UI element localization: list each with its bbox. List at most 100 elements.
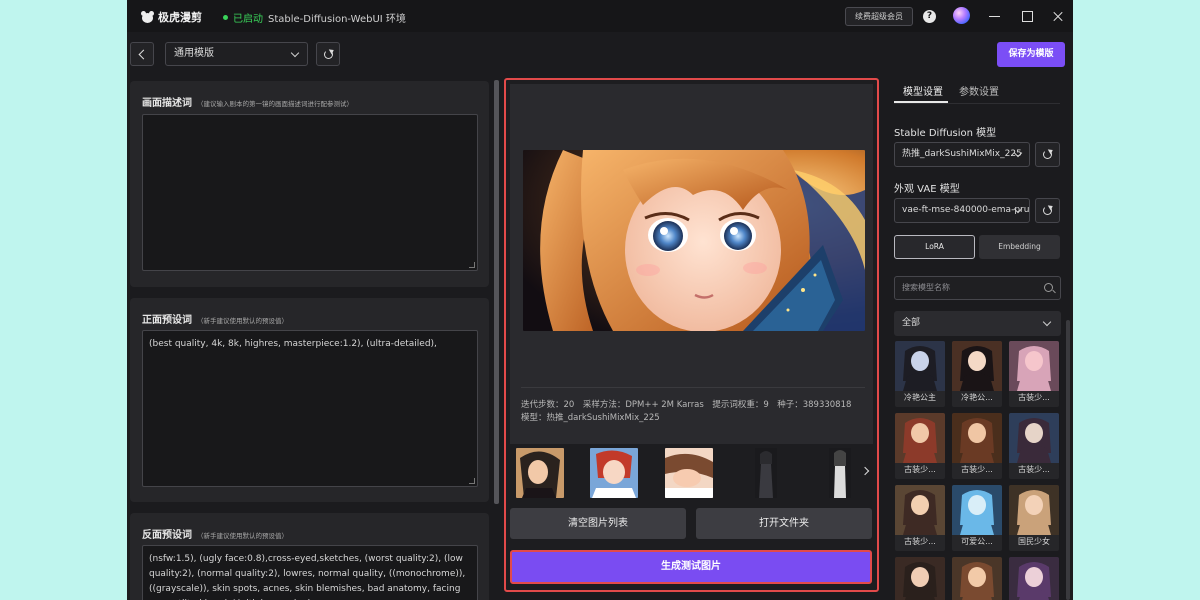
maximize-icon[interactable] (1020, 9, 1034, 23)
model-card[interactable] (1009, 557, 1059, 600)
model-thumbnail (1009, 485, 1059, 535)
status-dot-icon (223, 15, 228, 20)
model-card-label: 国民少女 (1018, 537, 1050, 546)
sd-model-label: Stable Diffusion 模型 (894, 128, 997, 139)
model-thumbnail (895, 557, 945, 600)
tab-model-settings[interactable]: 模型设置 (903, 83, 943, 98)
positive-prompt-input[interactable]: (best quality, 4k, 8k, highres, masterpi… (142, 330, 478, 487)
search-placeholder: 搜索模型名称 (902, 283, 950, 292)
tab-divider (894, 103, 1060, 104)
generated-image[interactable] (523, 150, 865, 331)
positive-prompt-hint: （新手建议使用默认的预设值） (197, 317, 288, 325)
model-card-label: 古装少... (961, 465, 993, 474)
generate-test-image-button[interactable]: 生成测试图片 (510, 550, 872, 584)
title-bar: 极虎漫剪 已启动 Stable-Diffusion-WebUI 环境 续费超级会… (127, 0, 1073, 32)
tab-lora[interactable]: LoRA (894, 235, 975, 259)
chevron-down-icon (1042, 317, 1052, 327)
model-card[interactable]: 冷艳公主 (895, 341, 945, 407)
model-thumbnail (1009, 557, 1059, 600)
model-card[interactable]: 古装少... (952, 413, 1002, 479)
thumbnail[interactable] (755, 448, 777, 498)
template-refresh-button[interactable] (316, 42, 340, 66)
model-thumbnail (895, 413, 945, 463)
vae-model-refresh-button[interactable] (1035, 198, 1060, 223)
model-card[interactable] (895, 557, 945, 600)
model-card-label: 古装少... (904, 465, 936, 474)
model-filter-select[interactable]: 全部 (894, 311, 1061, 336)
clear-images-button[interactable]: 清空图片列表 (510, 508, 686, 539)
thumbnail[interactable] (829, 448, 851, 498)
env-status: 已启动 Stable-Diffusion-WebUI 环境 (223, 10, 406, 25)
vae-model-select[interactable]: vae-ft-mse-840000-ema-pruned (894, 198, 1030, 223)
vae-model-label: 外观 VAE 模型 (894, 184, 960, 195)
model-thumbnail (952, 485, 1002, 535)
model-thumbnail (952, 341, 1002, 391)
app-name: 极虎漫剪 (158, 11, 202, 24)
negative-prompt-title: 反面预设词 (142, 530, 192, 541)
thumbnail[interactable] (665, 448, 713, 498)
env-text: Stable-Diffusion-WebUI 环境 (268, 14, 406, 25)
close-icon[interactable] (1051, 9, 1065, 23)
model-card[interactable]: 古装少... (895, 413, 945, 479)
status-text: 已启动 (233, 14, 263, 25)
model-card[interactable] (952, 557, 1002, 600)
scene-prompt-title: 画面描述词 (142, 98, 192, 109)
tiger-logo-icon (141, 11, 154, 23)
generation-meta: 迭代步数：20 采样方法：DPM++ 2M Karras 提示词权重：9 种子：… (521, 400, 860, 423)
model-card[interactable]: 古装少... (1009, 341, 1059, 407)
model-card[interactable]: 古装少... (895, 485, 945, 551)
model-thumbnail (952, 557, 1002, 600)
negative-prompt-input[interactable]: (nsfw:1.5), (ugly face:0.8),cross-eyed,s… (142, 545, 478, 600)
renew-vip-button[interactable]: 续费超级会员 (845, 7, 913, 26)
template-select[interactable]: 通用模版 (165, 42, 308, 66)
model-card-label: 可爱公... (961, 537, 993, 546)
resize-grip-icon[interactable] (469, 478, 475, 484)
model-search-input[interactable]: 搜索模型名称 (894, 276, 1061, 300)
model-card-label: 古装少... (904, 537, 936, 546)
scene-prompt-hint: （建议输入剧本的第一镜的画面描述词进行配参测试） (197, 100, 353, 108)
model-card-label: 冷艳公... (961, 393, 993, 402)
app-window: 极虎漫剪 已启动 Stable-Diffusion-WebUI 环境 续费超级会… (127, 0, 1073, 600)
minimize-icon[interactable] (988, 9, 1002, 23)
app-logo: 极虎漫剪 (141, 9, 202, 25)
help-icon[interactable]: ? (923, 10, 936, 23)
model-card-label: 古装少... (1018, 465, 1050, 474)
scene-prompt-input[interactable] (142, 114, 478, 271)
back-button[interactable] (130, 42, 154, 66)
scene-prompt-panel: 画面描述词 （建议输入剧本的第一镜的画面描述词进行配参测试） (130, 81, 489, 287)
chevron-right-icon[interactable] (860, 466, 870, 476)
template-select-value: 通用模版 (174, 48, 214, 59)
preview-area: 迭代步数：20 采样方法：DPM++ 2M Karras 提示词权重：9 种子：… (510, 84, 873, 447)
positive-prompt-title: 正面预设词 (142, 315, 192, 326)
save-template-button[interactable]: 保存为模版 (997, 42, 1065, 67)
thumbnail[interactable] (516, 448, 564, 498)
open-folder-button[interactable]: 打开文件夹 (696, 508, 872, 539)
model-card-label: 冷艳公主 (904, 393, 936, 402)
resize-grip-icon[interactable] (469, 262, 475, 268)
sd-model-select[interactable]: 热推_darkSushiMixMix_225 (894, 142, 1030, 167)
model-card[interactable]: 古装少... (1009, 413, 1059, 479)
thumbnail[interactable] (590, 448, 638, 498)
model-card[interactable]: 可爱公... (952, 485, 1002, 551)
sd-model-value: 热推_darkSushiMixMix_225 (902, 149, 1022, 159)
negative-prompt-hint: （新手建议使用默认的预设值） (197, 532, 288, 540)
left-scrollbar[interactable] (494, 80, 499, 504)
model-thumbnail (895, 485, 945, 535)
preview-panel: 迭代步数：20 采样方法：DPM++ 2M Karras 提示词权重：9 种子：… (504, 78, 879, 592)
filter-value: 全部 (902, 318, 921, 328)
model-card[interactable]: 冷艳公... (952, 341, 1002, 407)
model-thumbnail (1009, 413, 1059, 463)
tab-embedding[interactable]: Embedding (979, 235, 1060, 259)
refresh-icon (1043, 206, 1052, 215)
search-icon[interactable] (1044, 283, 1053, 292)
sd-model-refresh-button[interactable] (1035, 142, 1060, 167)
model-card[interactable]: 国民少女 (1009, 485, 1059, 551)
negative-prompt-panel: 反面预设词 （新手建议使用默认的预设值） (nsfw:1.5), (ugly f… (130, 513, 489, 600)
model-card-label: 古装少... (1018, 393, 1050, 402)
right-scrollbar[interactable] (1066, 320, 1070, 600)
positive-prompt-panel: 正面预设词 （新手建议使用默认的预设值） (best quality, 4k, … (130, 298, 489, 502)
avatar[interactable] (953, 7, 970, 24)
tab-param-settings[interactable]: 参数设置 (959, 83, 999, 98)
model-thumbnail (952, 413, 1002, 463)
chevron-down-icon (290, 48, 300, 58)
